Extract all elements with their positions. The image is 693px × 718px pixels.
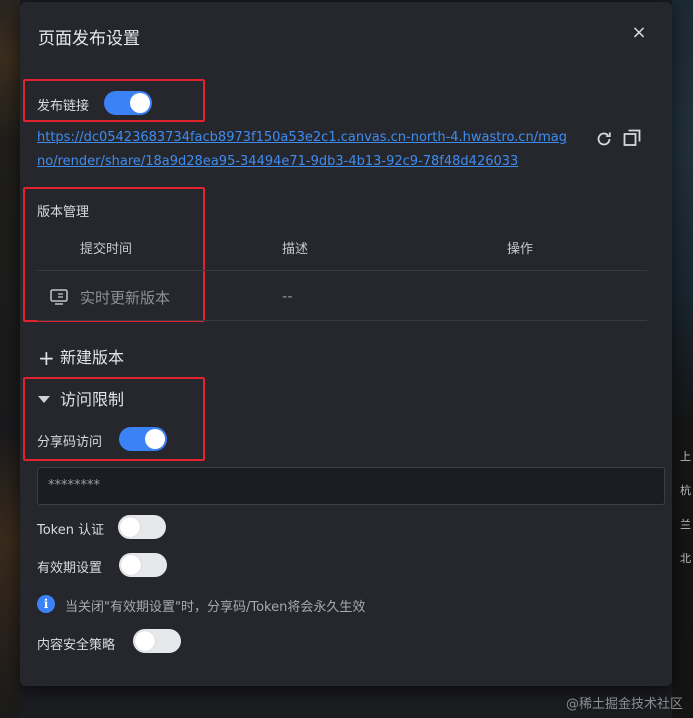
access-restriction-toggle-section[interactable]: 访问限制 (38, 386, 124, 410)
column-header-submit-time: 提交时间 (80, 242, 133, 257)
content-security-label: 内容安全策略 (37, 638, 116, 653)
watermark: @稀土掘金技术社区 (565, 697, 683, 712)
dialog-title: 页面发布设置 (38, 29, 140, 49)
publish-url-link[interactable]: https://dc05423683734facb8973f150a53e2c1… (37, 126, 567, 174)
version-desc-cell: -- (282, 287, 293, 305)
monitor-icon (49, 287, 69, 307)
expiry-label: 有效期设置 (37, 561, 103, 576)
publish-link-label: 发布链接 (37, 99, 90, 114)
version-management-title: 版本管理 (37, 205, 90, 220)
token-auth-label: Token 认证 (37, 523, 105, 538)
content-security-toggle[interactable] (133, 629, 181, 653)
expiry-hint-text: 当关闭"有效期设置"时，分享码/Token将会永久生效 (65, 600, 366, 615)
plus-icon: + (38, 346, 55, 370)
copy-icon[interactable] (622, 128, 642, 148)
toggle-knob (135, 631, 155, 651)
share-code-input[interactable] (37, 467, 665, 505)
publish-link-toggle[interactable] (104, 91, 152, 115)
table-divider (37, 320, 647, 321)
background-app-right (672, 0, 693, 718)
add-version-label: 新建版本 (60, 348, 125, 367)
version-time-cell: 实时更新版本 (80, 289, 171, 307)
access-restriction-title: 访问限制 (60, 390, 125, 409)
background-label: 上 (680, 450, 691, 463)
info-icon: i (37, 595, 55, 613)
background-label: 兰 (680, 518, 691, 531)
token-auth-toggle[interactable] (118, 515, 166, 539)
refresh-icon[interactable] (594, 129, 614, 149)
share-code-label: 分享码访问 (37, 435, 103, 450)
background-app-left (0, 0, 20, 718)
background-label: 北 (680, 552, 691, 565)
background-label: 杭 (680, 484, 691, 497)
toggle-knob (121, 555, 141, 575)
table-divider (37, 270, 647, 271)
add-version-button[interactable]: + 新建版本 (38, 344, 124, 370)
share-code-toggle[interactable] (119, 427, 167, 451)
toggle-knob (130, 93, 150, 113)
toggle-knob (145, 429, 165, 449)
close-icon[interactable]: × (630, 24, 648, 42)
publish-settings-dialog: 页面发布设置 × 发布链接 https://dc05423683734facb8… (20, 2, 672, 686)
caret-down-icon (38, 396, 50, 403)
expiry-toggle[interactable] (119, 553, 167, 577)
column-header-actions: 操作 (507, 242, 534, 257)
toggle-knob (120, 517, 140, 537)
column-header-description: 描述 (282, 242, 309, 257)
